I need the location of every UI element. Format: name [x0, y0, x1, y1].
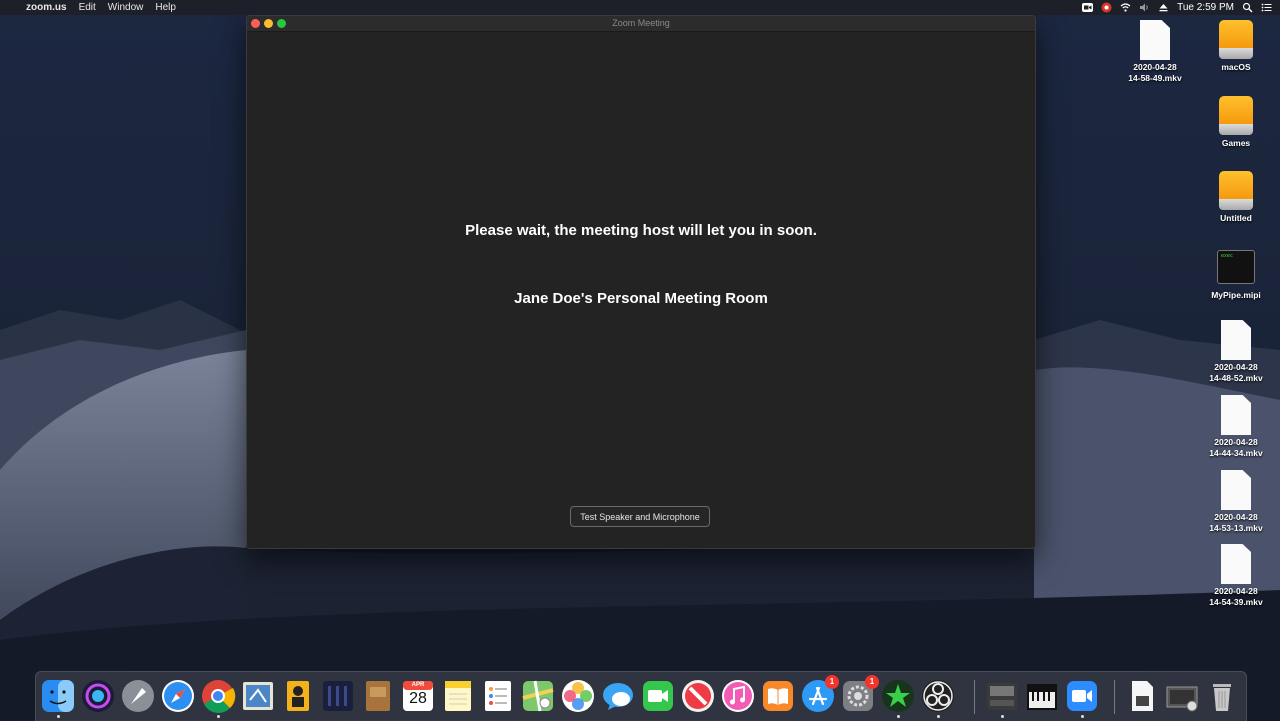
- obs-icon[interactable]: [920, 678, 956, 718]
- desktop-icon-label: Games: [1221, 138, 1251, 148]
- notification-center-icon[interactable]: [1261, 2, 1272, 13]
- news-icon[interactable]: [680, 678, 716, 714]
- dock-separator: [1114, 680, 1115, 714]
- minimize-window-button[interactable]: [264, 19, 273, 28]
- zoom-recorder-icon[interactable]: [984, 678, 1020, 718]
- chrome-tray-icon[interactable]: [1101, 2, 1112, 13]
- terminal-exec-icon: exec: [1217, 250, 1255, 284]
- waiting-message: Please wait, the meeting host will let y…: [465, 222, 817, 239]
- desktop-file-icon[interactable]: 2020-04-28 14-54-39.mkv: [1201, 544, 1271, 607]
- document-icon: [1221, 320, 1251, 360]
- app-store-icon[interactable]: 1: [800, 675, 839, 714]
- dock-separator: [974, 680, 975, 714]
- messages-icon[interactable]: [600, 678, 636, 714]
- zoom-tray-icon[interactable]: [1082, 2, 1094, 13]
- desktop-icon-label: 2020-04-28 14-58-49.mkv: [1128, 62, 1182, 83]
- desktop-drive-macos[interactable]: macOS: [1201, 20, 1271, 73]
- facetime-icon[interactable]: [640, 678, 676, 714]
- eject-icon[interactable]: [1158, 2, 1169, 13]
- photos-icon[interactable]: [560, 678, 596, 714]
- meeting-room-name: Jane Doe's Personal Meeting Room: [514, 290, 768, 307]
- desktop-file-icon[interactable]: 2020-04-28 14-58-49.mkv: [1120, 20, 1190, 83]
- desktop-exec-mypipe[interactable]: exec MyPipe.mipi: [1201, 246, 1271, 301]
- menu-window[interactable]: Window: [102, 0, 150, 15]
- zoom-meeting-window: Zoom Meeting Please wait, the meeting ho…: [246, 15, 1036, 549]
- finder-icon[interactable]: [40, 678, 76, 718]
- hard-drive-icon: [1219, 171, 1253, 211]
- app-store-badge: 1: [825, 675, 839, 689]
- menu-bar: zoom.us Edit Window Help Tue 2:59 PM: [0, 0, 1280, 15]
- menu-help[interactable]: Help: [149, 0, 182, 15]
- desktop-icon-label: 2020-04-28 14-53-13.mkv: [1209, 512, 1263, 533]
- document-icon: [1221, 470, 1251, 510]
- portrait-app-icon[interactable]: [280, 678, 316, 714]
- hard-drive-icon: [1219, 96, 1253, 136]
- desktop-icon-label: 2020-04-28 14-48-52.mkv: [1209, 362, 1263, 383]
- status-area: Tue 2:59 PM: [1082, 0, 1272, 15]
- file-icon[interactable]: [1124, 678, 1160, 714]
- hard-drive-icon: [1219, 20, 1253, 60]
- itunes-icon[interactable]: [720, 678, 756, 714]
- menu-clock[interactable]: Tue 2:59 PM: [1177, 0, 1234, 15]
- system-preferences-icon[interactable]: 1: [840, 675, 879, 714]
- safari-icon[interactable]: [160, 678, 196, 714]
- desktop-icon-label: 2020-04-28 14-44-34.mkv: [1209, 437, 1263, 458]
- spotlight-search-icon[interactable]: [1242, 2, 1253, 13]
- piano-icon[interactable]: [1024, 678, 1060, 714]
- green-app-icon[interactable]: [880, 678, 916, 718]
- launchpad-icon[interactable]: [120, 678, 156, 714]
- desktop-icon-label: macOS: [1221, 62, 1251, 72]
- close-window-button[interactable]: [251, 19, 260, 28]
- calendar-icon[interactable]: APR 28: [400, 678, 436, 714]
- chrome-icon[interactable]: [200, 678, 236, 718]
- maps-icon[interactable]: [520, 678, 556, 714]
- maximize-window-button[interactable]: [277, 19, 286, 28]
- mail-icon[interactable]: [240, 678, 276, 714]
- window-title: Zoom Meeting: [612, 18, 670, 28]
- desktop-icon-label: 2020-04-28 14-54-39.mkv: [1209, 586, 1263, 607]
- desktop-file-icon[interactable]: 2020-04-28 14-53-13.mkv: [1201, 470, 1271, 533]
- desktop-drive-untitled[interactable]: Untitled: [1201, 171, 1271, 224]
- exec-label: exec: [1221, 253, 1234, 259]
- books-icon[interactable]: [760, 678, 796, 714]
- dock: APR 28 1 1: [35, 671, 1247, 721]
- volume-icon[interactable]: [1139, 2, 1150, 13]
- app-menu-zoom[interactable]: zoom.us: [20, 0, 73, 15]
- system-preferences-badge: 1: [865, 675, 879, 689]
- siri-icon[interactable]: [80, 678, 116, 714]
- document-icon: [1221, 544, 1251, 584]
- desktop-file-icon[interactable]: 2020-04-28 14-48-52.mkv: [1201, 320, 1271, 383]
- zoom-app-icon[interactable]: [1064, 678, 1100, 718]
- test-speaker-microphone-button[interactable]: Test Speaker and Microphone: [570, 506, 710, 527]
- trash-icon[interactable]: [1204, 678, 1240, 714]
- menu-edit[interactable]: Edit: [73, 0, 102, 15]
- calendar-month: APR: [411, 682, 425, 688]
- screenshot-icon[interactable]: [1164, 678, 1200, 714]
- desktop-icon-label: MyPipe.mipi: [1211, 290, 1261, 300]
- document-icon: [1221, 395, 1251, 435]
- desktop-file-icon[interactable]: 2020-04-28 14-44-34.mkv: [1201, 395, 1271, 458]
- reminders-icon[interactable]: [480, 678, 516, 714]
- desktop-drive-games[interactable]: Games: [1201, 96, 1271, 149]
- wifi-icon[interactable]: [1120, 2, 1131, 13]
- notebook-icon[interactable]: [360, 678, 396, 714]
- calendar-day: 28: [409, 690, 427, 707]
- notes-icon[interactable]: [440, 678, 476, 714]
- desktop-icon-label: Untitled: [1220, 213, 1252, 223]
- window-titlebar[interactable]: Zoom Meeting: [247, 16, 1035, 32]
- audio-app-icon[interactable]: [320, 678, 356, 714]
- document-icon: [1140, 20, 1170, 60]
